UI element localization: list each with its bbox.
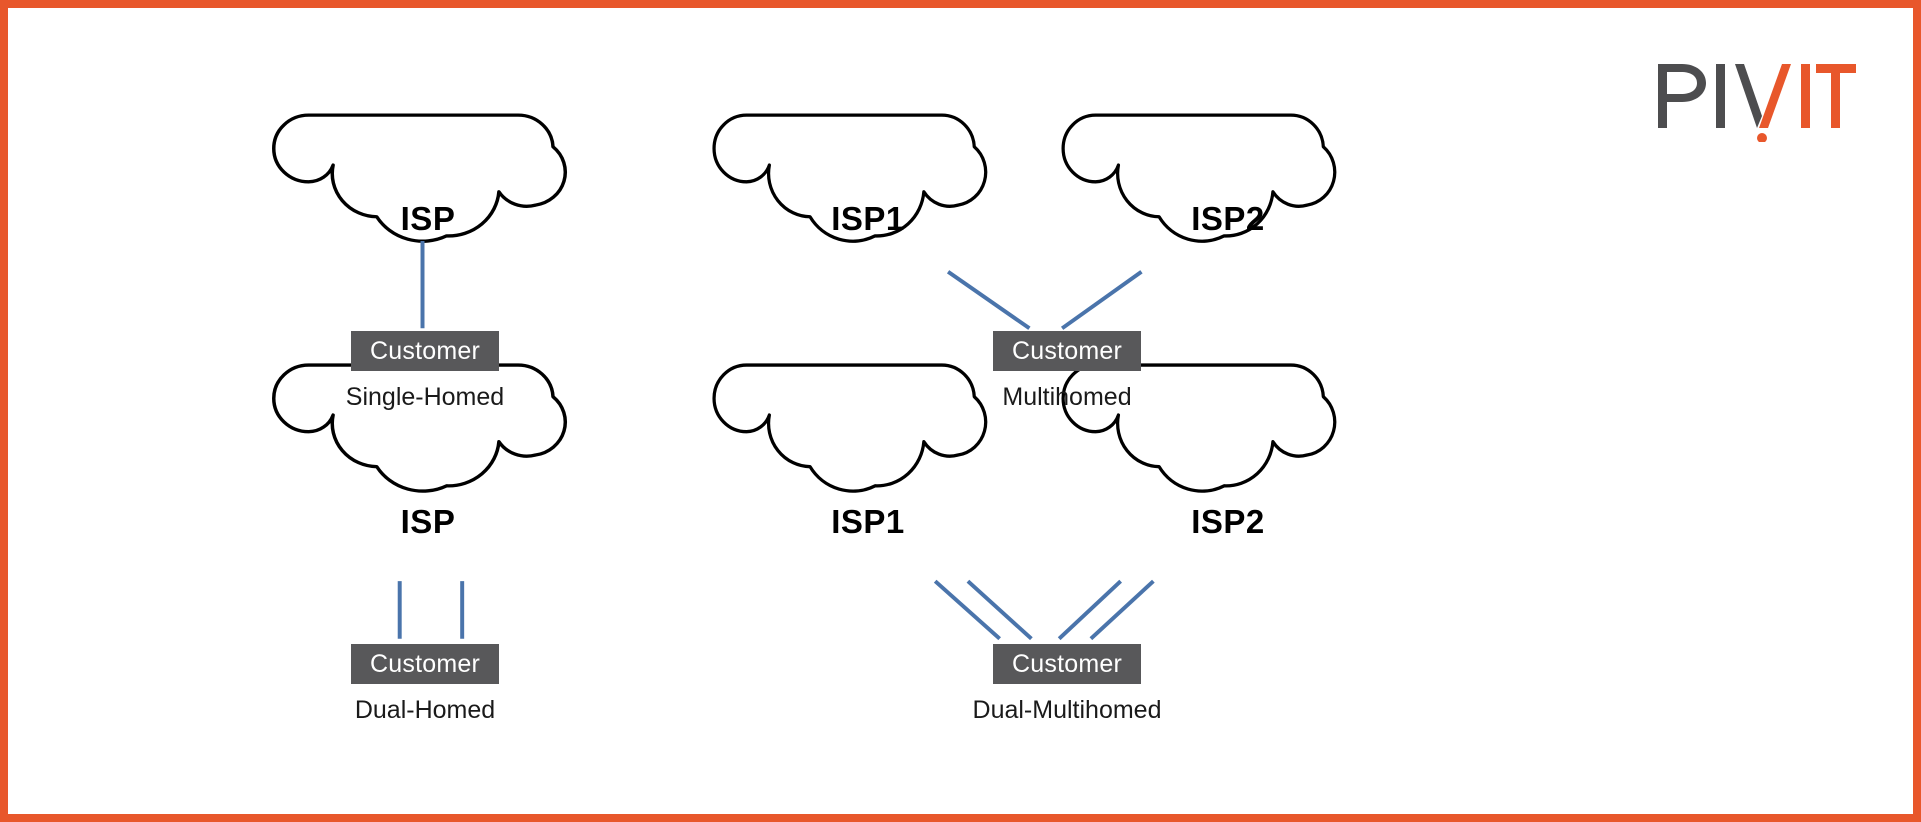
logo-letter-i	[1716, 64, 1725, 128]
link-line	[1060, 270, 1143, 330]
customer-box[interactable]: Customer	[993, 644, 1141, 684]
logo-letter-t-accent	[1816, 64, 1856, 128]
customer-box[interactable]: Customer	[351, 331, 499, 371]
customer-box[interactable]: Customer	[993, 331, 1141, 371]
diagram-caption-single-homed: Single-Homed	[345, 383, 505, 411]
cloud-label-isp1: ISP1	[831, 200, 905, 237]
link-line	[946, 270, 1031, 330]
link-line	[1057, 579, 1122, 641]
cloud-label-isp: ISP	[400, 200, 456, 237]
pivit-logo	[1658, 64, 1856, 142]
link-line	[933, 579, 1001, 641]
logo-accent-dot	[1757, 133, 1767, 142]
logo-letter-i2-accent	[1801, 64, 1810, 128]
link-line	[1089, 579, 1155, 641]
diagram-page: ISP Customer Single-Homed ISP1 ISP2 Cust…	[0, 0, 1921, 822]
cloud-label-isp: ISP	[400, 503, 456, 540]
diagram-caption-dual-homed: Dual-Homed	[354, 696, 496, 724]
logo-letter-p	[1658, 64, 1706, 128]
logo-letter-v-left	[1735, 64, 1762, 128]
diagram-caption-multihomed: Multihomed	[1002, 383, 1132, 411]
diagram-caption-dual-multihomed: Dual-Multihomed	[972, 696, 1162, 724]
customer-box[interactable]: Customer	[351, 644, 499, 684]
cloud-label-isp1: ISP1	[831, 503, 905, 540]
logo-letter-v-right-accent	[1759, 64, 1791, 128]
cloud-label-isp2: ISP2	[1191, 503, 1265, 540]
cloud-label-isp2: ISP2	[1191, 200, 1265, 237]
link-line	[966, 579, 1033, 641]
